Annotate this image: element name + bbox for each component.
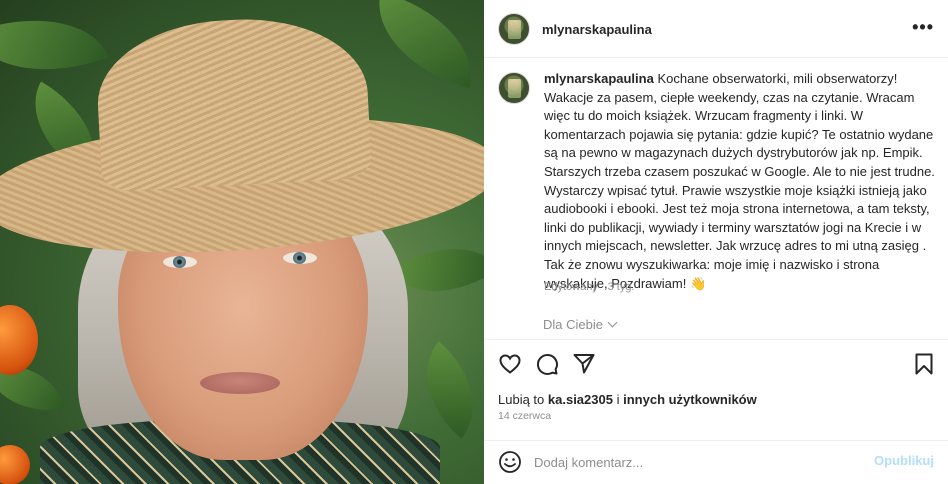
- eye: [283, 252, 317, 264]
- send-icon[interactable]: [572, 352, 596, 376]
- emoji-icon[interactable]: [498, 450, 522, 474]
- publish-button[interactable]: Opublikuj: [874, 453, 934, 468]
- post-header: mlynarskapaulina •••: [484, 0, 948, 58]
- lips: [200, 372, 280, 394]
- eye: [163, 256, 197, 268]
- language-toggle-label: Dla Ciebie: [543, 317, 603, 332]
- caption-author-username[interactable]: mlynarskapaulina: [544, 71, 654, 86]
- comment-bar: Opublikuj: [484, 440, 948, 484]
- author-username[interactable]: mlynarskapaulina: [542, 22, 652, 37]
- heart-icon[interactable]: [498, 352, 522, 376]
- bookmark-icon[interactable]: [912, 352, 936, 376]
- chevron-down-icon: [607, 317, 618, 328]
- likes-prefix: Lubią to: [498, 392, 545, 407]
- comment-input[interactable]: [534, 451, 864, 473]
- comment-icon[interactable]: [535, 352, 559, 376]
- likes-summary: Lubią to ka.sia2305 i innych użytkownikó…: [498, 392, 757, 407]
- action-bar: [484, 348, 948, 378]
- more-options-icon[interactable]: •••: [912, 18, 934, 36]
- edited-timestamp: Edytowany · 3 tyg.: [544, 281, 635, 293]
- likes-user-link[interactable]: ka.sia2305: [548, 392, 613, 407]
- caption-body: mlynarskapaulina Kochane obserwatorki, m…: [544, 70, 936, 293]
- post-date[interactable]: 14 czerwca: [498, 410, 551, 422]
- post-details-panel: mlynarskapaulina ••• mlynarskapaulina Ko…: [484, 0, 948, 484]
- likes-connector: i: [616, 392, 620, 407]
- leaf: [362, 0, 484, 89]
- hat-crown: [93, 13, 373, 192]
- orange-fruit: [0, 445, 30, 484]
- language-toggle[interactable]: Dla Ciebie: [543, 317, 618, 332]
- leaf: [0, 0, 109, 99]
- orange-fruit: [0, 305, 38, 375]
- caption-text: Kochane obserwatorki, mili obserwatorzy!…: [544, 71, 935, 291]
- caption-author-avatar[interactable]: [498, 72, 530, 104]
- author-avatar[interactable]: [498, 13, 530, 45]
- likes-others-link[interactable]: innych użytkowników: [623, 392, 757, 407]
- post-photo[interactable]: [0, 0, 484, 484]
- divider: [484, 339, 948, 340]
- leaf: [400, 341, 484, 439]
